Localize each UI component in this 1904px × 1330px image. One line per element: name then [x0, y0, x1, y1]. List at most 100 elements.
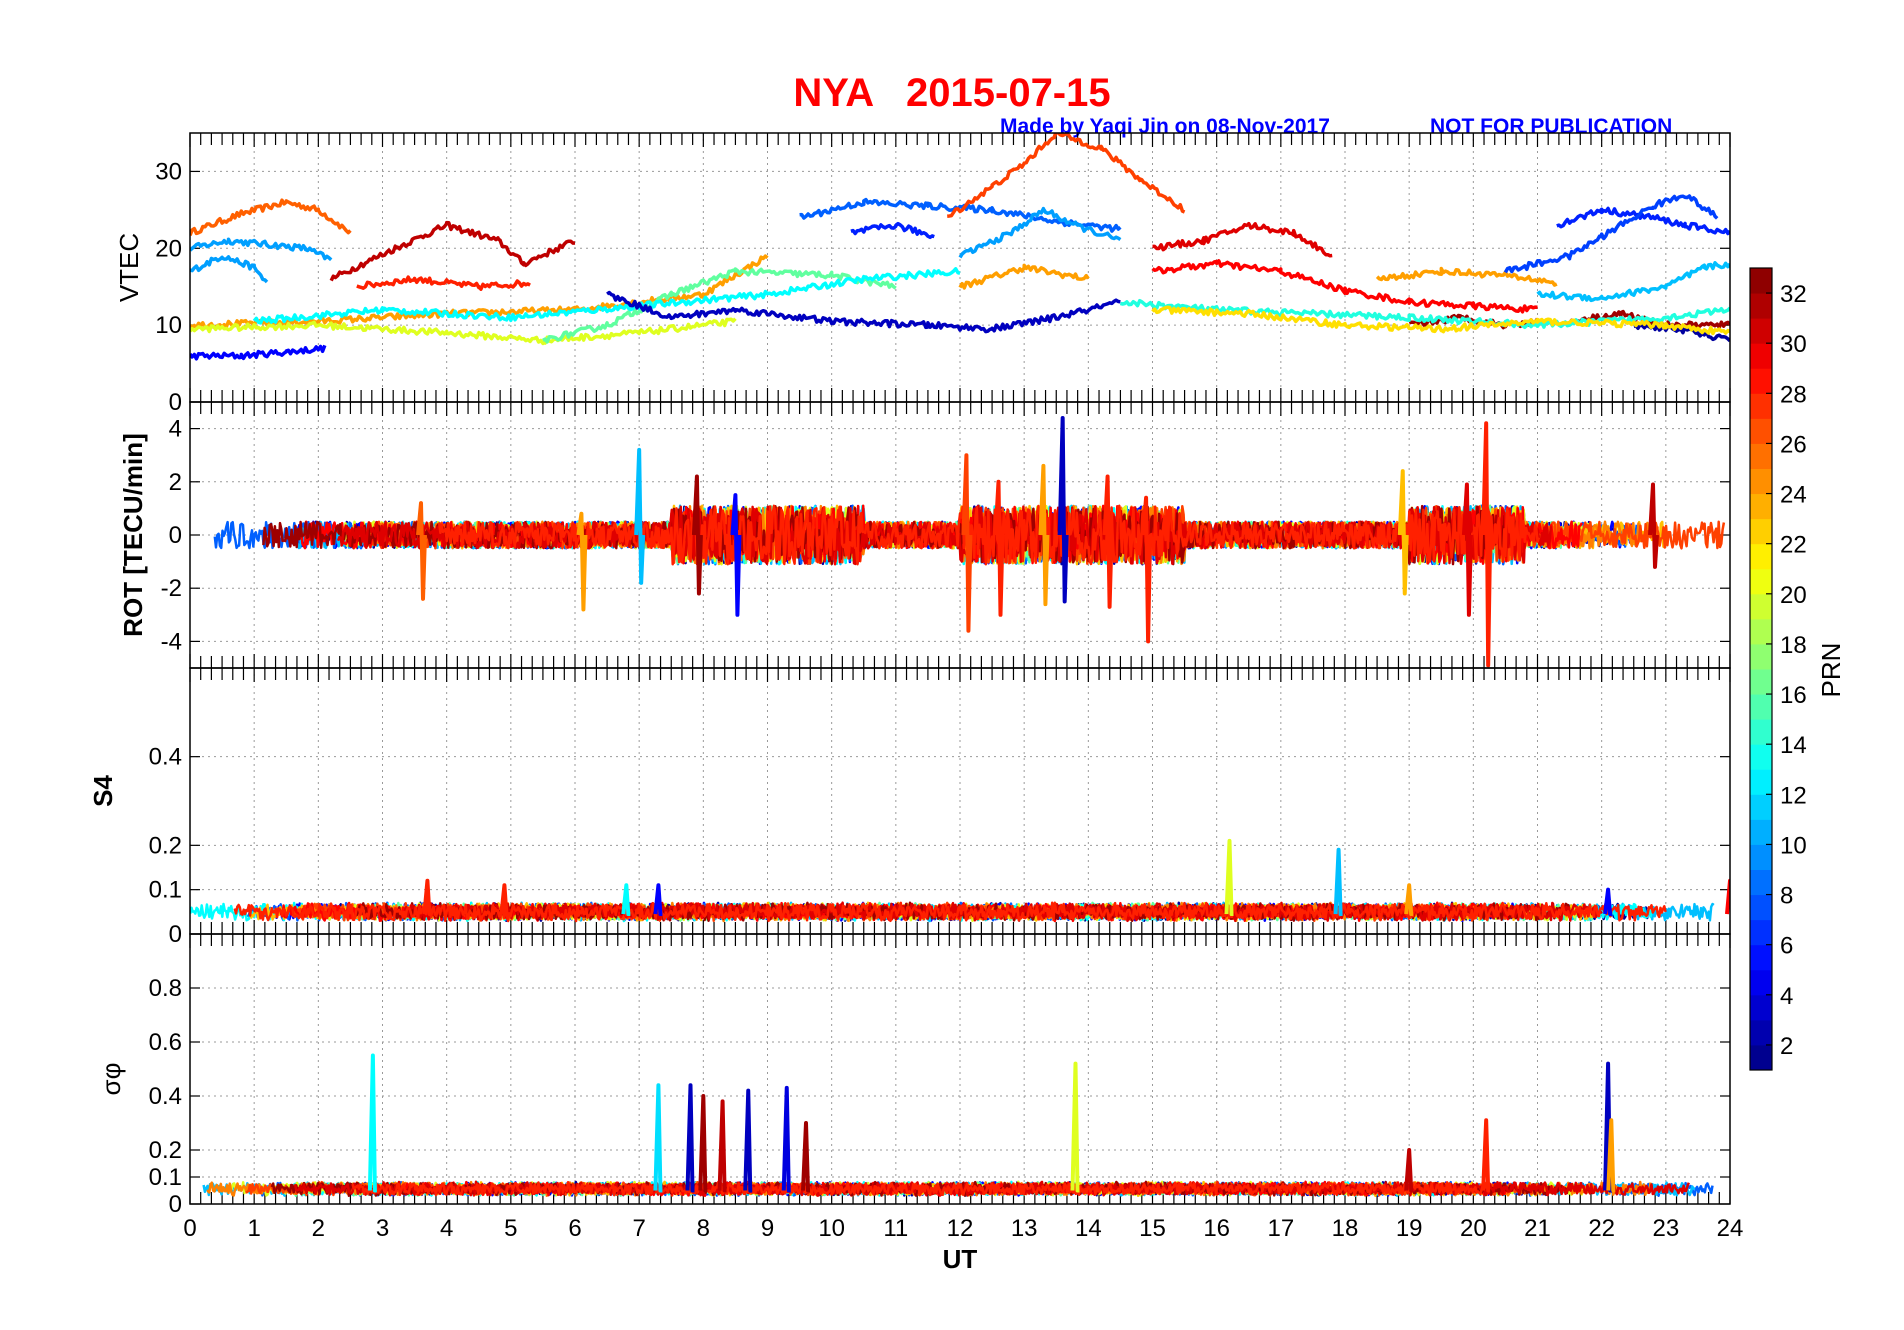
data-sigma_phi — [202, 1053, 1714, 1198]
colorbar-swatch — [1750, 293, 1772, 319]
y-tick-label: 0 — [169, 389, 182, 416]
colorbar-tick-label: 20 — [1780, 582, 1807, 609]
y-tick-label: 0 — [169, 522, 182, 549]
grid-sigma_phi — [190, 934, 1730, 1205]
colorbar-swatch — [1750, 568, 1772, 595]
y-tick-label: -2 — [161, 575, 182, 602]
rot-spike-prn-24 — [1038, 463, 1050, 607]
colorbar-swatch — [1750, 919, 1772, 946]
sigma_phi-spike-prn-4 — [781, 1085, 791, 1193]
colorbar-tick-label: 30 — [1780, 331, 1807, 358]
colorbar-swatch — [1750, 669, 1772, 695]
y-tick-label: 0.4 — [149, 744, 182, 771]
s4-spike-prn-28 — [499, 883, 509, 917]
x-tick-label: 24 — [1717, 1215, 1744, 1242]
x-tick-label: 15 — [1139, 1215, 1166, 1242]
vtec-series-prn-13 — [252, 267, 961, 325]
x-tick-label: 10 — [818, 1215, 845, 1242]
colorbar-swatch — [1750, 994, 1772, 1021]
vtec-series-prn-7 — [1503, 194, 1719, 274]
rot-spike-prn-3 — [1057, 415, 1069, 604]
sigma_phi-spike-prn-24 — [1606, 1118, 1616, 1193]
colorbar-swatch — [1750, 518, 1772, 545]
vtec-series-prn-10 — [190, 255, 269, 284]
y-tick-label: 10 — [155, 312, 182, 339]
sigma_phi-spike-prn-3 — [743, 1088, 753, 1193]
vtec-series-prn-29 — [1151, 259, 1538, 314]
x-tick-label: 14 — [1075, 1215, 1102, 1242]
colorbar-swatch — [1750, 368, 1772, 394]
x-tick-label: 1 — [247, 1215, 260, 1242]
colorbar-swatch — [1750, 268, 1772, 294]
y-axis-label: ROT [TECU/min] — [118, 433, 148, 637]
s4-spike-prn-24 — [1404, 883, 1414, 917]
colorbar-tick-label: 8 — [1780, 883, 1793, 910]
sigma_phi-spike-prn-32 — [698, 1094, 708, 1193]
colorbar-swatch — [1750, 719, 1772, 745]
vtec-series-prn-27 — [947, 133, 1186, 218]
vtec-series-prn-5 — [190, 344, 327, 361]
x-tick-label: 12 — [947, 1215, 974, 1242]
sigma_phi-spike-prn-32 — [801, 1121, 810, 1193]
vtec-series-prn-6 — [1556, 206, 1730, 236]
colorbar-swatch — [1750, 769, 1772, 795]
vtec-series-prn-26 — [190, 198, 352, 237]
colorbar-label: PRN — [1816, 643, 1846, 698]
x-tick-label: 4 — [440, 1215, 453, 1242]
y-tick-label: 2 — [169, 469, 182, 496]
panels-group: 0102030VTEC-4-2024ROT [TECU/min]00.10.20… — [88, 132, 1744, 1274]
colorbar-tick-label: 32 — [1780, 281, 1807, 308]
colorbar-swatch — [1750, 543, 1772, 570]
y-tick-label: 30 — [155, 158, 182, 185]
x-tick-label: 17 — [1267, 1215, 1294, 1242]
colorbar-tick-label: 14 — [1780, 732, 1807, 759]
figure-canvas: NYA 2015-07-15 Made by Yaqi Jin on 08-No… — [88, 71, 1846, 1274]
y-tick-label: 0.2 — [149, 1137, 182, 1164]
vtec-series-prn-30 — [1152, 221, 1333, 258]
x-tick-label: 20 — [1460, 1215, 1487, 1242]
colorbar-swatch — [1750, 894, 1772, 921]
colorbar-tick-label: 24 — [1780, 482, 1807, 509]
panel-s4: 0 0.1 0.2 0.4 S4 — [88, 667, 1731, 948]
colorbar-swatch — [1750, 418, 1772, 444]
data-rot — [213, 415, 1726, 668]
y-tick-label: 0 — [169, 1191, 182, 1218]
data-s4 — [190, 838, 1730, 923]
not-for-publication-text: NOT FOR PUBLICATION — [1430, 115, 1672, 138]
y-tick-label: 0 — [169, 921, 182, 948]
y-tick-label: 20 — [155, 235, 182, 262]
colorbar-swatch — [1750, 493, 1772, 520]
rot-spike-prn-26 — [416, 501, 427, 601]
ticks-sigma_phi: 00.10.2 0.4 0.6 0.8 — [149, 934, 1731, 1218]
colorbar-swatch — [1750, 794, 1772, 820]
y-tick-label: -4 — [161, 628, 182, 655]
rot-spike-prn-31 — [1648, 482, 1659, 569]
colorbar-tick-label: 18 — [1780, 632, 1807, 659]
y-tick-label: 0.6 — [149, 1029, 182, 1056]
rot-spike-prn-11 — [634, 447, 646, 585]
colorbar-tick-label: 28 — [1780, 381, 1807, 408]
prn-colorbar: 2468101214161820222426283032 — [1749, 267, 1807, 1071]
colorbar-tick-label: 4 — [1780, 983, 1793, 1010]
colorbar-swatch — [1750, 744, 1772, 770]
rot-spike-prn-32 — [691, 474, 703, 596]
sigma_phi-spike-prn-13 — [367, 1053, 377, 1193]
sigma_phi-spike-prn-31 — [1404, 1148, 1414, 1193]
vtec-series-prn-16 — [542, 267, 897, 344]
x-tick-label: 3 — [376, 1215, 389, 1242]
y-tick-label: 0.2 — [149, 832, 182, 859]
x-tick-label: 8 — [697, 1215, 710, 1242]
colorbar-swatch — [1750, 944, 1772, 971]
y-tick-label: 4 — [169, 416, 182, 443]
colorbar-tick-label: 22 — [1780, 532, 1807, 559]
vtec-series-prn-8 — [799, 197, 1122, 233]
y-tick-label: 0.4 — [149, 1083, 182, 1110]
grid-s4 — [190, 668, 1730, 935]
x-tick-label: 2 — [312, 1215, 325, 1242]
panel-vtec: 0 10 20 30 VTEC — [114, 132, 1731, 416]
colorbar-swatch — [1750, 468, 1772, 495]
x-axis-label: UT — [943, 1244, 978, 1274]
chart-title: NYA 2015-07-15 — [793, 71, 1110, 115]
x-tick-label: 18 — [1332, 1215, 1359, 1242]
colorbar-tick-label: 6 — [1780, 933, 1793, 960]
